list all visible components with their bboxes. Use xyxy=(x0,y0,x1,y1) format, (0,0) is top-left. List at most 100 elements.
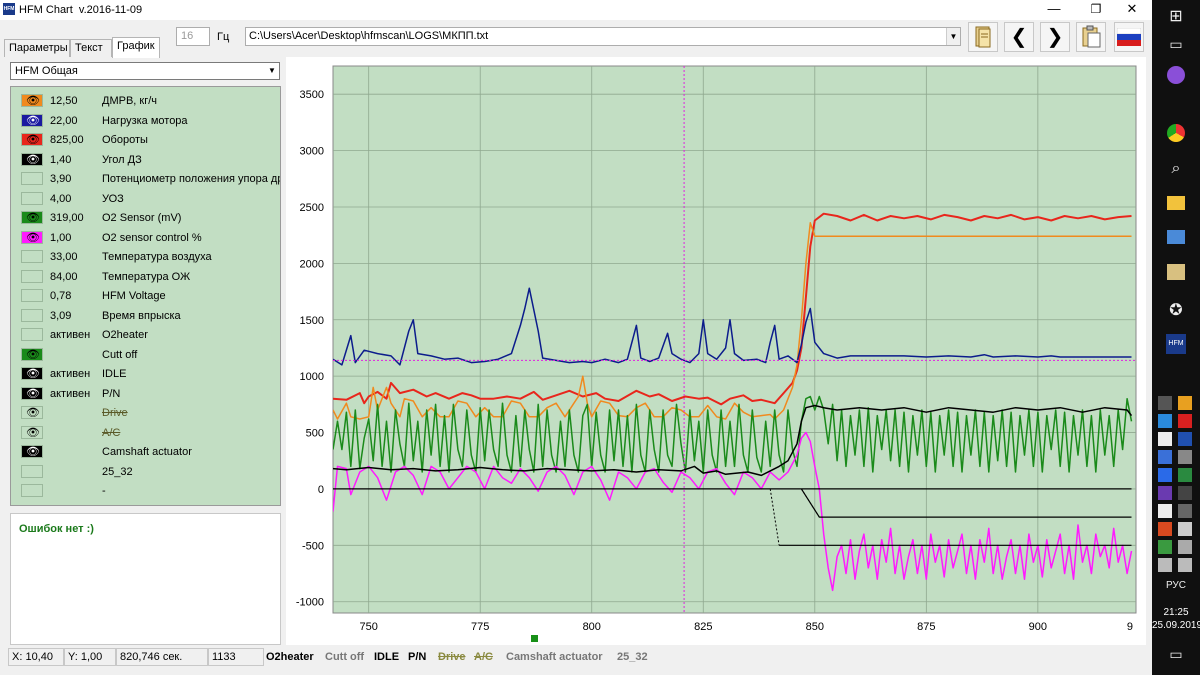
tray-icon[interactable] xyxy=(1158,522,1172,536)
parameter-row[interactable]: 3,09 Время впрыска xyxy=(11,306,280,325)
eye-icon: 👁 xyxy=(26,387,40,400)
scroll-marker[interactable] xyxy=(531,635,538,642)
cortana-icon[interactable] xyxy=(1152,66,1200,87)
parameter-row[interactable]: 👁 Camshaft actuator xyxy=(11,442,280,461)
copy-button[interactable] xyxy=(1076,22,1106,52)
windows-start-icon[interactable]: ⊞ xyxy=(1152,6,1200,26)
network-app-icon[interactable] xyxy=(1152,230,1200,247)
parameter-row[interactable]: 33,00 Температура воздуха xyxy=(11,247,280,266)
tab-text[interactable]: Текст xyxy=(70,39,112,57)
visibility-toggle[interactable]: 👁 xyxy=(21,425,43,439)
tab-chart[interactable]: График xyxy=(112,37,160,58)
frequency-input[interactable]: 16 xyxy=(176,27,210,46)
visibility-toggle[interactable]: 👁 xyxy=(21,230,43,244)
tab-parameters[interactable]: Параметры xyxy=(4,39,70,57)
tray-icon[interactable] xyxy=(1158,468,1172,482)
minimize-button[interactable]: — xyxy=(1036,0,1072,20)
parameter-row[interactable]: - xyxy=(11,481,280,500)
tray-icon[interactable] xyxy=(1178,540,1192,554)
parameter-row[interactable]: 👁 12,50 ДМРВ, кг/ч xyxy=(11,91,280,110)
wifi-icon[interactable] xyxy=(1178,558,1192,572)
parameter-row[interactable]: 👁 22,00 Нагрузка мотора xyxy=(11,111,280,130)
parameter-row[interactable]: 25_32 xyxy=(11,462,280,481)
x-tick-label-edge: 9 xyxy=(1127,621,1133,633)
visibility-toggle[interactable] xyxy=(21,250,43,263)
tray-icon[interactable] xyxy=(1158,396,1172,410)
tray-icon[interactable] xyxy=(1158,486,1172,500)
visibility-toggle[interactable]: 👁 xyxy=(21,211,43,224)
status-y: Y: 1,00 xyxy=(64,648,116,666)
file-path-combo[interactable]: C:\Users\Acer\Desktop\hfmscan\LOGS\МКПП.… xyxy=(245,27,961,46)
parameter-row[interactable]: активен O2heater xyxy=(11,325,280,344)
visibility-toggle[interactable] xyxy=(21,464,43,478)
chart[interactable]: 3500 3000 2500 2000 1500 1000 500 0 -500 -1000 750… xyxy=(286,57,1146,645)
parameter-name: A/C xyxy=(102,426,121,439)
tray-icon[interactable] xyxy=(1178,522,1192,536)
task-view-icon[interactable]: ▭ xyxy=(1152,36,1200,53)
visibility-toggle[interactable] xyxy=(21,308,43,322)
visibility-toggle[interactable]: 👁 xyxy=(21,386,43,400)
parameter-row[interactable]: 4,00 УОЗ xyxy=(11,189,280,208)
visibility-toggle[interactable]: 👁 xyxy=(21,347,43,361)
tray-icon[interactable] xyxy=(1158,504,1172,518)
channel-group-select[interactable]: HFM Общая ▼ xyxy=(10,62,280,80)
chevron-down-icon[interactable]: ▼ xyxy=(265,63,279,79)
visibility-toggle[interactable] xyxy=(21,484,43,497)
visibility-toggle[interactable]: 👁 xyxy=(21,367,43,380)
prev-button[interactable]: ❮ xyxy=(1004,22,1034,52)
parameter-row[interactable]: 3,90 Потенциометр положения упора др xyxy=(11,169,280,188)
tray-icon[interactable] xyxy=(1178,396,1192,410)
close-button[interactable]: ✕ xyxy=(1114,0,1150,20)
tray-icon[interactable] xyxy=(1178,414,1192,428)
tray-icon[interactable] xyxy=(1158,432,1172,446)
parameter-row[interactable]: 👁 Cutt off xyxy=(11,345,280,364)
tray-icon[interactable] xyxy=(1158,414,1172,428)
parameter-row[interactable]: 👁 A/C xyxy=(11,423,280,442)
volume-icon[interactable] xyxy=(1158,558,1172,572)
parameter-row[interactable]: 👁 1,40 Угол ДЗ xyxy=(11,150,280,169)
visibility-toggle[interactable]: 👁 xyxy=(21,406,43,419)
visibility-toggle[interactable] xyxy=(21,191,43,205)
tray-icon[interactable] xyxy=(1178,468,1192,482)
mercedes-icon[interactable]: ✪ xyxy=(1152,300,1200,320)
visibility-toggle[interactable] xyxy=(21,269,43,283)
parameter-row[interactable]: 👁 825,00 Обороты xyxy=(11,130,280,149)
parameter-row[interactable]: 👁 319,00 O2 Sensor (mV) xyxy=(11,208,280,227)
next-button[interactable]: ❯ xyxy=(1040,22,1070,52)
y-tick-label: 2500 xyxy=(300,202,324,214)
tray-icon[interactable] xyxy=(1178,450,1192,464)
file-explorer-icon[interactable] xyxy=(1152,196,1200,213)
hfm-chart-icon[interactable]: HFM xyxy=(1152,334,1200,354)
language-indicator[interactable]: РУС xyxy=(1152,580,1200,591)
visibility-toggle[interactable] xyxy=(21,172,43,185)
tray-icon[interactable] xyxy=(1178,486,1192,500)
visibility-toggle[interactable]: 👁 xyxy=(21,94,43,107)
language-button[interactable] xyxy=(1114,22,1144,52)
tray-icon[interactable] xyxy=(1158,540,1172,554)
taskbar-clock[interactable]: 21:25 25.09.2019 xyxy=(1152,606,1200,632)
parameter-row[interactable]: 84,00 Температура ОЖ xyxy=(11,267,280,286)
restore-button[interactable]: ❐ xyxy=(1078,0,1114,20)
parameter-row[interactable]: 👁 Drive xyxy=(11,403,280,422)
hfm-app-icon[interactable] xyxy=(1152,264,1200,283)
visibility-toggle[interactable]: 👁 xyxy=(21,445,43,458)
parameter-name: - xyxy=(102,485,106,497)
parameter-row[interactable]: 👁 1,00 O2 sensor control % xyxy=(11,228,280,247)
tray-icon[interactable] xyxy=(1178,432,1192,446)
visibility-toggle[interactable] xyxy=(21,289,43,302)
visibility-toggle[interactable]: 👁 xyxy=(21,133,43,146)
visibility-toggle[interactable]: 👁 xyxy=(21,152,43,166)
chrome-icon[interactable] xyxy=(1152,124,1200,145)
visibility-toggle[interactable] xyxy=(21,328,43,341)
y-tick-label: 1500 xyxy=(300,315,324,327)
tray-icon[interactable] xyxy=(1158,450,1172,464)
tray-icon[interactable] xyxy=(1178,504,1192,518)
notifications-icon[interactable]: ▭ xyxy=(1152,646,1200,663)
open-file-button[interactable] xyxy=(968,22,998,52)
parameter-row[interactable]: 👁 активен IDLE xyxy=(11,364,280,383)
parameter-row[interactable]: 0,78 HFM Voltage xyxy=(11,286,280,305)
search-icon[interactable]: ⌕ xyxy=(1152,160,1200,178)
parameter-row[interactable]: 👁 активен P/N xyxy=(11,384,280,403)
visibility-toggle[interactable]: 👁 xyxy=(21,113,43,127)
chevron-down-icon[interactable]: ▼ xyxy=(946,28,960,45)
